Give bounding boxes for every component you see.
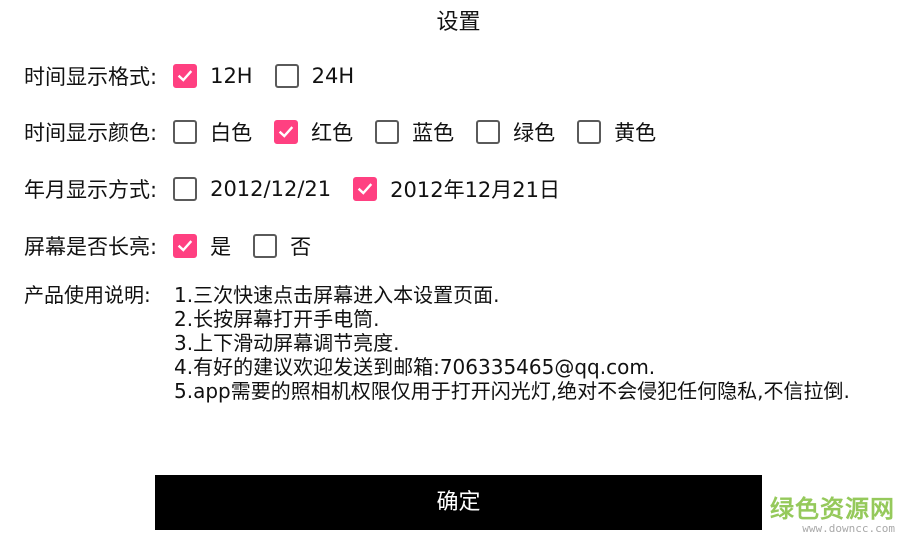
option-24h[interactable]: 24H <box>274 64 355 88</box>
option-red[interactable]: 红色 <box>274 117 353 147</box>
option-blue[interactable]: 蓝色 <box>375 117 454 147</box>
date-format-row: 年月显示方式: 2012/12/21 2012年12月21日 <box>24 172 582 206</box>
instruction-line: 4.有好的建议欢迎发送到邮箱:706335465@qq.com. <box>174 355 656 379</box>
date-format-label: 年月显示方式: <box>24 178 158 202</box>
checkbox-24h[interactable] <box>274 64 299 88</box>
confirm-button[interactable]: 确定 <box>155 475 762 530</box>
option-green-label: 绿色 <box>513 121 556 145</box>
checkbox-12h[interactable] <box>173 64 198 88</box>
option-24h-label: 24H <box>311 64 355 88</box>
checkbox-white[interactable] <box>173 120 198 144</box>
option-yes-label: 是 <box>210 235 232 259</box>
option-date-slash[interactable]: 2012/12/21 <box>173 177 331 201</box>
screen-on-label: 屏幕是否长亮: <box>24 235 158 259</box>
option-yellow[interactable]: 黄色 <box>577 117 656 147</box>
watermark-text: 绿色资源网 <box>770 495 895 523</box>
time-color-label: 时间显示颜色: <box>24 121 158 145</box>
screen-on-row: 屏幕是否长亮: 是 否 <box>24 229 333 263</box>
page-title: 设置 <box>436 10 481 35</box>
option-no[interactable]: 否 <box>253 231 311 261</box>
option-blue-label: 蓝色 <box>412 121 455 145</box>
time-format-row: 时间显示格式: 12H 24H <box>24 59 376 93</box>
option-no-label: 否 <box>290 235 312 259</box>
option-12h[interactable]: 12H <box>173 64 253 88</box>
option-red-label: 红色 <box>311 121 354 145</box>
checkbox-yes[interactable] <box>173 234 198 258</box>
checkbox-red[interactable] <box>274 120 299 144</box>
instruction-line: 1.三次快速点击屏幕进入本设置页面. <box>174 283 500 307</box>
option-white[interactable]: 白色 <box>173 117 252 147</box>
instructions-list: 1.三次快速点击屏幕进入本设置页面. 2.长按屏幕打开手电筒. 3.上下滑动屏幕… <box>174 283 894 403</box>
checkbox-no[interactable] <box>253 234 278 258</box>
option-white-label: 白色 <box>210 121 253 145</box>
instruction-line: 3.上下滑动屏幕调节亮度. <box>174 331 400 355</box>
option-date-chinese-label: 2012年12月21日 <box>390 178 561 202</box>
checkbox-green[interactable] <box>476 120 501 144</box>
checkbox-yellow[interactable] <box>577 120 602 144</box>
watermark-url: www.downcc.com <box>802 522 895 535</box>
instruction-line: 2.长按屏幕打开手电筒. <box>174 307 380 331</box>
watermark-logo: 绿色资源网 www.downcc.com <box>770 496 895 536</box>
checkmark-icon <box>177 240 193 252</box>
time-color-row: 时间显示颜色: 白色 红色 蓝色 绿色 黄色 <box>24 115 678 149</box>
instructions-label: 产品使用说明: <box>24 283 151 307</box>
checkmark-icon <box>177 70 193 82</box>
instruction-line: 5.app需要的照相机权限仅用于打开闪光灯,绝对不会侵犯任何隐私,不信拉倒. <box>174 379 850 403</box>
checkbox-blue[interactable] <box>375 120 400 144</box>
checkbox-date-chinese[interactable] <box>353 177 378 201</box>
checkbox-date-slash[interactable] <box>173 177 198 201</box>
option-date-chinese[interactable]: 2012年12月21日 <box>353 174 560 204</box>
option-yellow-label: 黄色 <box>614 121 657 145</box>
time-format-label: 时间显示格式: <box>24 65 158 89</box>
option-green[interactable]: 绿色 <box>476 117 555 147</box>
checkmark-icon <box>278 126 294 138</box>
checkmark-icon <box>357 183 373 195</box>
instructions: 产品使用说明: 1.三次快速点击屏幕进入本设置页面. 2.长按屏幕打开手电筒. … <box>24 283 894 403</box>
option-date-slash-label: 2012/12/21 <box>210 177 332 201</box>
option-12h-label: 12H <box>210 64 253 88</box>
option-yes[interactable]: 是 <box>173 231 231 261</box>
